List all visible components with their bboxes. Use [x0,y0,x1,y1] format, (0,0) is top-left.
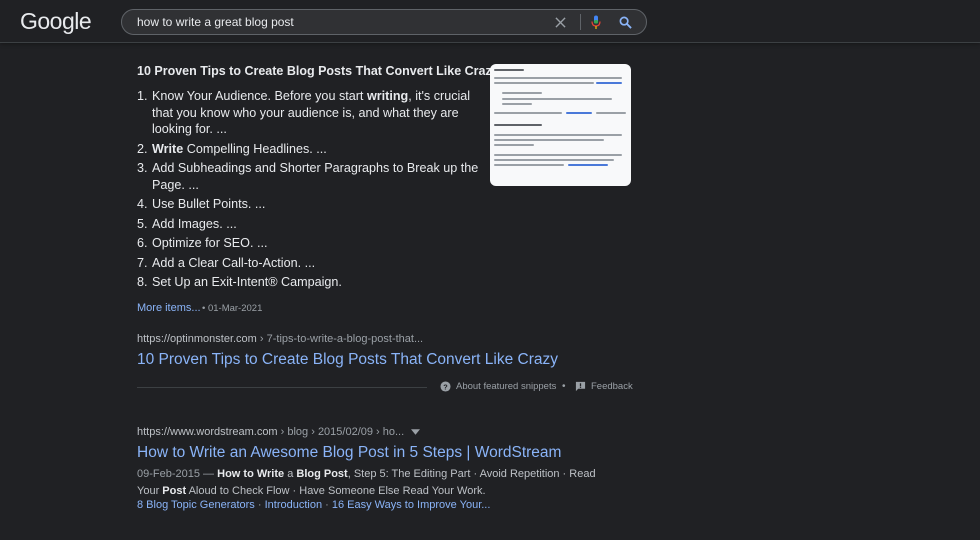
sitelink[interactable]: 16 Easy Ways to Improve Your... [332,499,491,511]
chevron-down-icon[interactable] [411,429,421,435]
google-logo[interactable]: Google [20,8,92,35]
result-url[interactable]: https://www.wordstream.com › blog › 2015… [137,426,421,438]
snippet-heading: 10 Proven Tips to Create Blog Posts That… [137,64,499,78]
sitelink[interactable]: Introduction [265,499,322,511]
snippet-source-link[interactable]: 10 Proven Tips to Create Blog Posts That… [137,351,558,369]
feedback-icon [575,381,586,392]
snippet-item: Optimize for SEO. ... [151,235,491,252]
microphone-icon [591,15,601,29]
snippet-item: Use Bullet Points. ... [151,196,491,213]
separator-dot: • [562,381,566,392]
close-icon [554,16,566,28]
top-bar: Google [0,0,980,43]
snippet-thumbnail[interactable] [490,64,631,186]
sitelink[interactable]: 8 Blog Topic Generators [137,499,255,511]
more-items-link[interactable]: More items... [137,302,201,314]
snippet-divider [137,387,427,388]
result-title-link[interactable]: How to Write an Awesome Blog Post in 5 S… [137,444,561,462]
snippet-item: Set Up an Exit-Intent® Campaign. [151,274,491,291]
snippet-date: • 01-Mar-2021 [202,303,263,314]
clear-button[interactable] [552,14,568,30]
sitelinks: 8 Blog Topic Generators · Introduction ·… [137,499,491,511]
search-input[interactable] [137,10,537,34]
snippet-item: Know Your Audience. Before you start wri… [151,88,491,138]
search-box[interactable] [121,9,647,35]
snippet-item: Add Subheadings and Shorter Paragraphs t… [151,160,491,193]
search-icon [619,16,632,29]
help-circle-icon: ? [440,381,451,392]
search-divider [580,14,581,30]
about-snippets-label: About featured snippets [456,381,557,392]
voice-search-button[interactable] [587,13,605,31]
about-featured-snippets[interactable]: ? About featured snippets [440,381,556,392]
search-button[interactable] [616,13,634,31]
snippet-list: Know Your Audience. Before you start wri… [137,88,491,294]
snippet-item: Add a Clear Call-to-Action. ... [151,255,491,272]
feedback-label: Feedback [591,381,633,392]
snippet-item: Write Compelling Headlines. ... [151,141,491,158]
feedback-link[interactable]: Feedback [575,381,633,392]
snippet-url[interactable]: https://optinmonster.com › 7-tips-to-wri… [137,333,423,345]
result-description: 09-Feb-2015 — How to Write a Blog Post, … [137,468,596,497]
snippet-item: Add Images. ... [151,216,491,233]
svg-text:?: ? [443,382,448,391]
